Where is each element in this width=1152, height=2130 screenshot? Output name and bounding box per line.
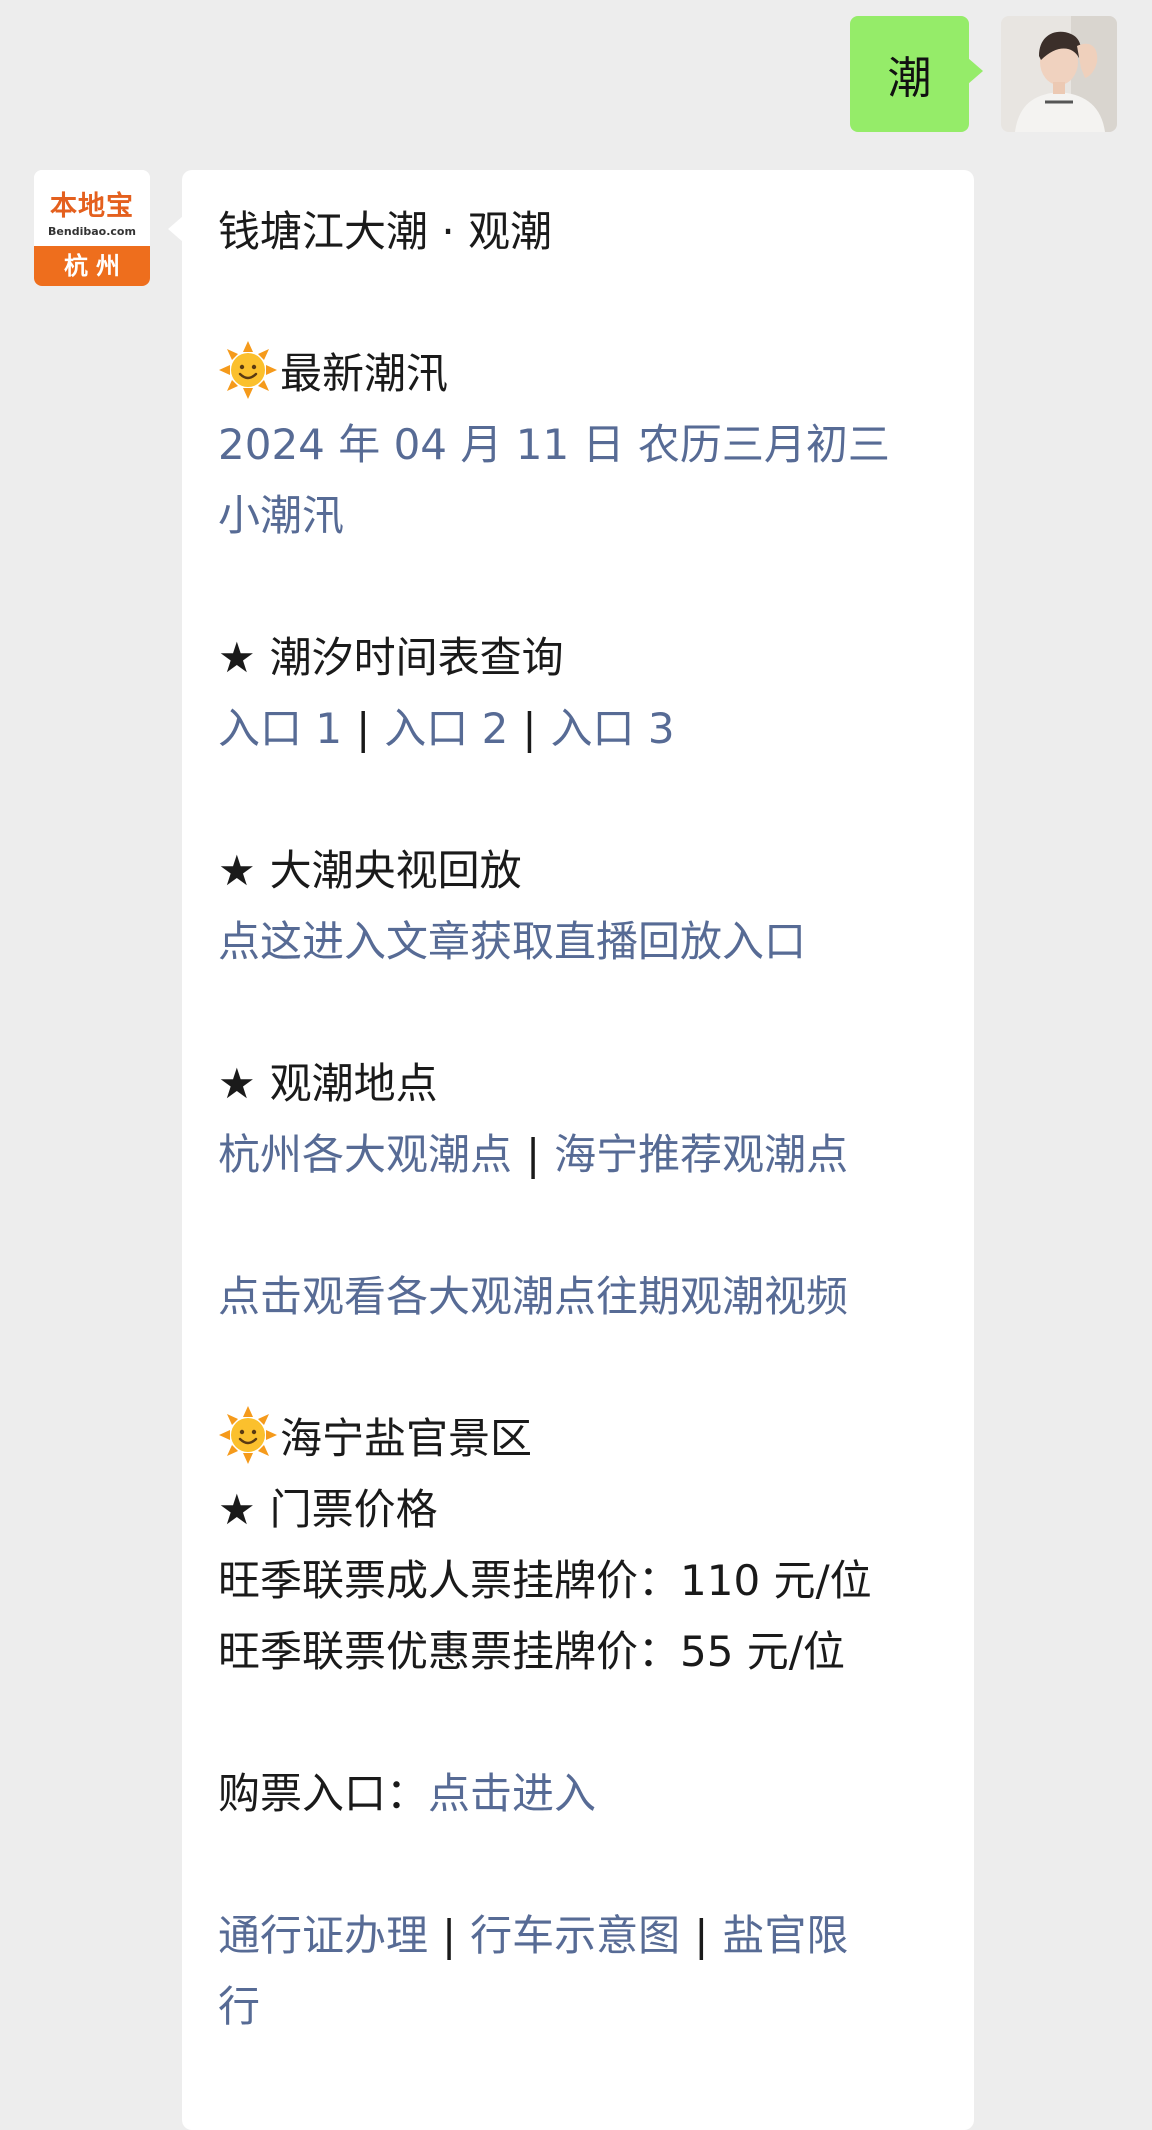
user-photo-icon	[1001, 16, 1117, 132]
bendibao-logo-text: 本地宝	[50, 191, 134, 222]
scenic-heading-row: 海宁盐官景区	[218, 1403, 958, 1474]
timetable-heading: 潮汐时间表查询	[269, 633, 564, 682]
spots-heading: 观潮地点	[269, 1059, 438, 1108]
pass-application-link[interactable]: 通行证办理	[218, 1911, 428, 1960]
outgoing-message-text: 潮	[887, 53, 932, 104]
incoming-message-bubble: 钱塘江大潮 · 观潮 最新潮汛 2024 年 04 月 11 日 农历三月初三 …	[168, 170, 974, 2130]
timetable-heading-row: ★ 潮汐时间表查询	[218, 622, 958, 693]
star-icon: ★	[218, 633, 256, 682]
bendibao-logo-domain: Bendibao.com	[48, 225, 136, 238]
bendibao-logo-city: 杭州	[34, 246, 150, 286]
link-separator: |	[526, 1130, 541, 1179]
spots-links-row: 杭州各大观潮点 | 海宁推荐观潮点	[218, 1119, 958, 1190]
footer-links-row: 通行证办理 | 行车示意图 | 盐官限	[218, 1900, 958, 1971]
message-content: 钱塘江大潮 · 观潮 最新潮汛 2024 年 04 月 11 日 农历三月初三 …	[218, 196, 958, 2042]
tide-status-link[interactable]: 小潮汛	[218, 480, 958, 551]
past-videos-link[interactable]: 点击观看各大观潮点往期观潮视频	[218, 1261, 958, 1332]
replay-link[interactable]: 点这进入文章获取直播回放入口	[218, 906, 958, 977]
link-separator: |	[694, 1911, 709, 1960]
tide-section-heading: 最新潮汛	[280, 349, 449, 398]
link-separator: |	[442, 1911, 457, 1960]
hangzhou-spots-link[interactable]: 杭州各大观潮点	[218, 1130, 512, 1179]
spots-heading-row: ★ 观潮地点	[218, 1048, 958, 1119]
timetable-link-1[interactable]: 入口 1	[218, 704, 342, 753]
yanguan-restriction-link[interactable]: 盐官限	[722, 1911, 848, 1960]
outgoing-message-bubble[interactable]: 潮	[850, 16, 983, 132]
haining-spots-link[interactable]: 海宁推荐观潮点	[554, 1130, 848, 1179]
user-avatar[interactable]	[1001, 16, 1117, 132]
outgoing-message-row: 潮	[850, 16, 1117, 132]
tide-date-link[interactable]: 2024 年 04 月 11 日 农历三月初三	[218, 409, 958, 480]
replay-heading-row: ★ 大潮央视回放	[218, 835, 958, 906]
driving-map-link[interactable]: 行车示意图	[470, 1911, 680, 1960]
sun-emoji-icon	[219, 1406, 277, 1464]
bendibao-avatar[interactable]: 本地宝 Bendibao.com 杭州	[34, 170, 150, 286]
timetable-link-3[interactable]: 入口 3	[550, 704, 674, 753]
timetable-links-row: 入口 1 | 入口 2 | 入口 3	[218, 693, 958, 764]
discount-ticket-price: 旺季联票优惠票挂牌价：55 元/位	[218, 1627, 845, 1676]
star-icon: ★	[218, 846, 256, 895]
purchase-label: 购票入口：	[218, 1769, 429, 1818]
star-icon: ★	[218, 1485, 256, 1534]
tickets-heading: 门票价格	[269, 1485, 438, 1534]
scenic-heading: 海宁盐官景区	[280, 1414, 533, 1463]
adult-ticket-price: 旺季联票成人票挂牌价：110 元/位	[218, 1556, 872, 1605]
message-title: 钱塘江大潮 · 观潮	[218, 207, 553, 256]
link-separator: |	[522, 704, 537, 753]
purchase-row: 购票入口：点击进入	[218, 1758, 958, 1829]
star-icon: ★	[218, 1059, 256, 1108]
yanguan-restriction-link-continued[interactable]: 行	[218, 1971, 958, 2042]
sun-emoji-icon	[219, 341, 277, 399]
tickets-heading-row: ★ 门票价格	[218, 1474, 958, 1545]
timetable-link-2[interactable]: 入口 2	[384, 704, 508, 753]
replay-heading: 大潮央视回放	[269, 846, 522, 895]
tide-section-heading-row: 最新潮汛	[218, 338, 958, 409]
link-separator: |	[356, 704, 371, 753]
purchase-link[interactable]: 点击进入	[428, 1769, 596, 1818]
